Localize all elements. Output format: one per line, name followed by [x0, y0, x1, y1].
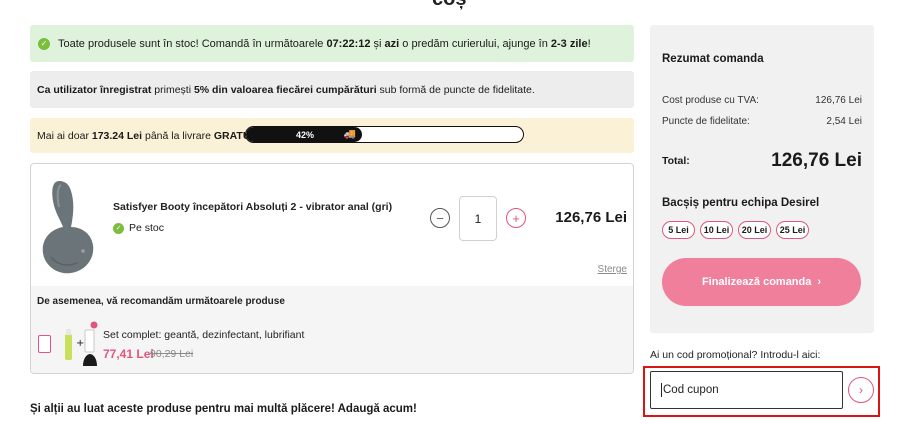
in-stock-check-icon: ✓ — [113, 222, 124, 234]
also-bought-heading: Și alții au luat aceste produse pentru m… — [30, 403, 417, 415]
tip-option-25[interactable]: 25 Lei — [776, 221, 809, 239]
quantity-decrease-button[interactable]: − — [430, 208, 450, 228]
tip-option-10[interactable]: 10 Lei — [700, 221, 733, 239]
recommendation-product-image: + — [65, 321, 98, 366]
recommendation-product-name[interactable]: Set complet: geantă, dezinfectant, lubri… — [103, 329, 304, 341]
stock-banner: ✓ Toate produsele sunt în stoc! Comandă … — [30, 25, 634, 62]
tip-option-20[interactable]: 20 Lei — [738, 221, 771, 239]
stock-status: ✓ Pe stoc — [113, 222, 164, 234]
svg-text:+: + — [76, 338, 84, 349]
loyalty-banner: Ca utilizator înregistrat primești 5% di… — [30, 71, 634, 108]
chevron-right-icon: › — [817, 276, 822, 288]
recommendations-section: De asemenea, vă recomandăm următoarele p… — [31, 286, 633, 373]
checkout-button-label: Finalizează comanda — [701, 276, 812, 288]
cart-item-box: Satisfyer Booty începători Absoluți 2 - … — [30, 163, 634, 374]
free-shipping-text: Mai ai doar 173.24 Lei până la livrare G… — [37, 129, 270, 142]
order-summary-panel: Rezumat comanda Cost produse cu TVA: 126… — [650, 25, 874, 333]
total-label: Total: — [662, 155, 690, 167]
cost-value: 126,76 Lei — [815, 95, 862, 106]
total-value: 126,76 Lei — [771, 150, 862, 171]
tip-title: Bacșiș pentru echipa Desirel — [662, 197, 820, 209]
stock-status-label: Pe stoc — [129, 222, 165, 234]
quantity-increase-button[interactable]: + — [506, 208, 526, 228]
check-icon: ✓ — [38, 37, 50, 50]
cost-label: Cost produse cu TVA: — [662, 95, 759, 106]
coupon-placeholder: Cod cupon — [663, 384, 719, 396]
points-value: 2,54 Lei — [826, 116, 862, 127]
coupon-label: Ai un cod promoțional? Introdu-l aici: — [650, 349, 821, 361]
recommendations-title: De asemenea, vă recomandăm următoarele p… — [37, 296, 285, 307]
remove-item-link[interactable]: Sterge — [598, 264, 627, 275]
apply-coupon-button[interactable]: › — [848, 377, 874, 403]
truck-icon: 🚚 — [343, 129, 357, 140]
cart-item-price: 126,76 Lei — [555, 209, 627, 226]
points-label: Puncte de fidelitate: — [662, 116, 750, 127]
shipping-progress-bar: 42% 🚚 — [245, 126, 524, 143]
coupon-code-input[interactable]: Cod cupon — [650, 371, 843, 409]
product-image[interactable] — [37, 177, 101, 277]
page-title: coș — [432, 0, 466, 11]
summary-points-row: Puncte de fidelitate: 2,54 Lei — [662, 116, 862, 127]
stock-banner-text: Toate produsele sunt în stoc! Comandă în… — [58, 37, 591, 50]
shipping-progress-fill: 42% 🚚 — [246, 127, 363, 142]
checkout-button[interactable]: Finalizează comanda › — [662, 258, 861, 306]
recommendation-price: 77,41 Lei — [103, 347, 154, 361]
summary-title: Rezumat comanda — [662, 53, 764, 65]
countdown-timer: 07:22:12 — [326, 37, 371, 50]
quantity-input[interactable]: 1 — [459, 196, 497, 241]
recommendation-old-price: 90,29 Lei — [150, 348, 194, 360]
recommendation-checkbox[interactable] — [38, 335, 51, 353]
tip-option-5[interactable]: 5 Lei — [662, 221, 695, 239]
text-cursor — [661, 383, 662, 397]
shipping-progress-label: 42% — [296, 129, 315, 140]
summary-cost-row: Cost produse cu TVA: 126,76 Lei — [662, 95, 862, 106]
loyalty-banner-text: Ca utilizator înregistrat primești 5% di… — [37, 83, 535, 96]
product-name-link[interactable]: Satisfyer Booty începători Absoluți 2 - … — [113, 201, 392, 213]
tip-options: 5 Lei 10 Lei 20 Lei 25 Lei — [662, 221, 809, 239]
